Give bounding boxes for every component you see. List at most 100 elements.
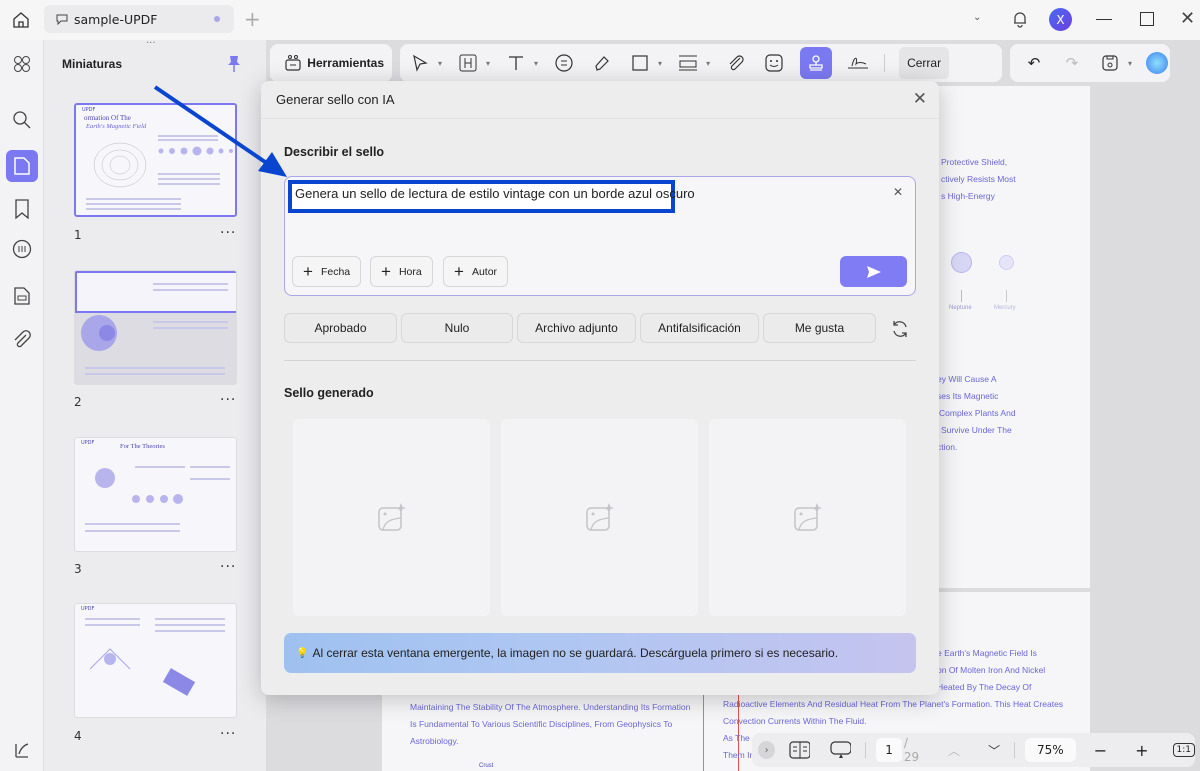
- bell-icon[interactable]: [1010, 9, 1030, 29]
- text: Astrobiology.: [410, 736, 459, 746]
- toolbox-icon: [285, 55, 301, 71]
- tools-button[interactable]: Herramientas: [270, 44, 392, 82]
- highlighter-tool[interactable]: [590, 48, 614, 78]
- page-number-input[interactable]: 1: [876, 738, 902, 762]
- preset-archivo-adjunto[interactable]: Archivo adjunto: [517, 313, 636, 343]
- undo-button[interactable]: ↶: [1022, 48, 1046, 78]
- preset-aprobado[interactable]: Aprobado: [284, 313, 397, 343]
- zoom-in-button[interactable]: +: [1135, 741, 1148, 760]
- text: For The Theories: [120, 443, 165, 450]
- text: Convection Currents Within The Fluid.: [723, 716, 867, 726]
- text-tool[interactable]: [504, 48, 528, 78]
- thumbnail-page-2[interactable]: [74, 270, 237, 385]
- ai-assistant-icon[interactable]: [1146, 52, 1169, 74]
- comment-tool[interactable]: [552, 48, 576, 78]
- add-time-button[interactable]: + Hora: [370, 256, 433, 287]
- divider: [284, 360, 916, 361]
- stamp-description-input[interactable]: Genera un sello de lectura de estilo vin…: [284, 176, 916, 296]
- preset-me-gusta[interactable]: Me gusta: [763, 313, 876, 343]
- home-icon[interactable]: [11, 10, 31, 30]
- new-tab-button[interactable]: +: [244, 7, 261, 31]
- attachment-page-icon[interactable]: [8, 282, 36, 310]
- sticker-tool[interactable]: [762, 48, 786, 78]
- close-tools-button[interactable]: Cerrar: [899, 47, 950, 79]
- pin-icon[interactable]: [227, 55, 241, 73]
- settings-bottom-icon[interactable]: [8, 736, 36, 764]
- previous-page-button[interactable]: ︿: [948, 742, 960, 759]
- thumbnails-icon[interactable]: [6, 150, 38, 182]
- text: As The: [723, 733, 750, 743]
- redo-button[interactable]: ↷: [1060, 48, 1084, 78]
- attach-tool[interactable]: [724, 48, 748, 78]
- plus-icon: +: [303, 261, 313, 281]
- chevron-down-icon[interactable]: ▾: [486, 59, 490, 68]
- dialog-title: Generar sello con IA: [276, 92, 395, 107]
- shape-tool[interactable]: [628, 48, 652, 78]
- plus-icon: +: [381, 261, 391, 281]
- chevron-down-icon[interactable]: ▾: [438, 59, 442, 68]
- thumbnail-page-4[interactable]: UPDF: [74, 603, 237, 718]
- select-tool[interactable]: [408, 48, 432, 78]
- measure-tool[interactable]: [676, 48, 700, 78]
- maximize-button[interactable]: [1140, 12, 1154, 26]
- close-dialog-button[interactable]: ✕: [913, 89, 927, 109]
- plus-icon: +: [454, 261, 464, 281]
- clear-input-button[interactable]: ✕: [893, 185, 903, 199]
- next-page-button[interactable]: ﹀: [988, 742, 1000, 759]
- zoom-out-button[interactable]: −: [1094, 741, 1107, 760]
- generated-stamp-slot[interactable]: [709, 419, 906, 616]
- apps-icon[interactable]: [8, 50, 36, 78]
- chevron-down-icon[interactable]: ▾: [706, 59, 710, 68]
- add-date-button[interactable]: + Fecha: [292, 256, 362, 287]
- generated-stamp-slot[interactable]: [293, 419, 490, 616]
- chevron-down-icon[interactable]: ▾: [1128, 59, 1132, 68]
- drag-handle[interactable]: ···: [146, 38, 156, 49]
- thumbnail-page-3[interactable]: UPDF For The Theories: [74, 437, 237, 552]
- ai-image-placeholder-icon: [377, 502, 406, 531]
- chevron-down-icon[interactable]: ▾: [658, 59, 662, 68]
- history-tools: ↶ ↷ ▾: [1010, 44, 1170, 82]
- preset-antifalsificacion[interactable]: Antifalsificación: [640, 313, 759, 343]
- expand-button[interactable]: ›: [758, 741, 776, 759]
- preset-nulo[interactable]: Nulo: [401, 313, 513, 343]
- document-tab[interactable]: sample-UPDF: [44, 5, 234, 33]
- actual-size-button[interactable]: 1:1: [1172, 743, 1195, 757]
- bookmark-icon[interactable]: [8, 195, 36, 223]
- thumbnail-more-button[interactable]: ···: [220, 559, 236, 575]
- thumbnail-more-button[interactable]: ···: [220, 225, 236, 241]
- text: Autor: [471, 265, 498, 278]
- thumbnail-more-button[interactable]: ···: [220, 392, 236, 408]
- paperclip-icon[interactable]: [8, 326, 36, 354]
- chevron-down-icon[interactable]: ▾: [534, 59, 538, 68]
- page-layout-icon[interactable]: [789, 741, 811, 759]
- text: Them In: [723, 750, 755, 760]
- minimize-button[interactable]: [1096, 19, 1112, 20]
- presentation-icon[interactable]: [830, 741, 852, 759]
- text: s High-Energy: [941, 191, 995, 201]
- comments-icon[interactable]: [8, 236, 36, 264]
- generated-stamp-slot[interactable]: [501, 419, 698, 616]
- tools-label: Herramientas: [307, 56, 384, 70]
- prompt-text[interactable]: Genera un sello de lectura de estilo vin…: [288, 180, 695, 213]
- search-icon[interactable]: [8, 106, 36, 134]
- close-window-button[interactable]: ✕: [1180, 8, 1195, 29]
- send-button[interactable]: [840, 256, 907, 287]
- comment-icon: [56, 14, 68, 25]
- signature-tool[interactable]: [846, 48, 870, 78]
- zoom-level[interactable]: 75%: [1025, 738, 1076, 762]
- text: Is Fundamental To Various Scientific Dis…: [410, 719, 673, 729]
- describe-label: Describir el sello: [284, 145, 385, 159]
- text: Mercury: [994, 305, 1016, 311]
- thumbnail-page-1[interactable]: UPDF ormation Of The Earth's Magnetic Fi…: [74, 103, 237, 217]
- text: Hora: [398, 265, 422, 278]
- stamp-tool[interactable]: [800, 47, 833, 79]
- thumbnails-panel: ··· Miniaturas UPDF ormation Of The Eart…: [44, 38, 266, 771]
- chevron-down-icon[interactable]: ⌄: [973, 12, 981, 23]
- thumbnail-number: 2: [74, 395, 82, 409]
- heading-tool[interactable]: [456, 48, 480, 78]
- add-author-button[interactable]: + Autor: [443, 256, 509, 287]
- avatar[interactable]: X: [1049, 8, 1072, 31]
- thumbnail-more-button[interactable]: ···: [220, 726, 236, 742]
- refresh-icon[interactable]: [890, 319, 910, 339]
- save-button[interactable]: [1098, 48, 1122, 78]
